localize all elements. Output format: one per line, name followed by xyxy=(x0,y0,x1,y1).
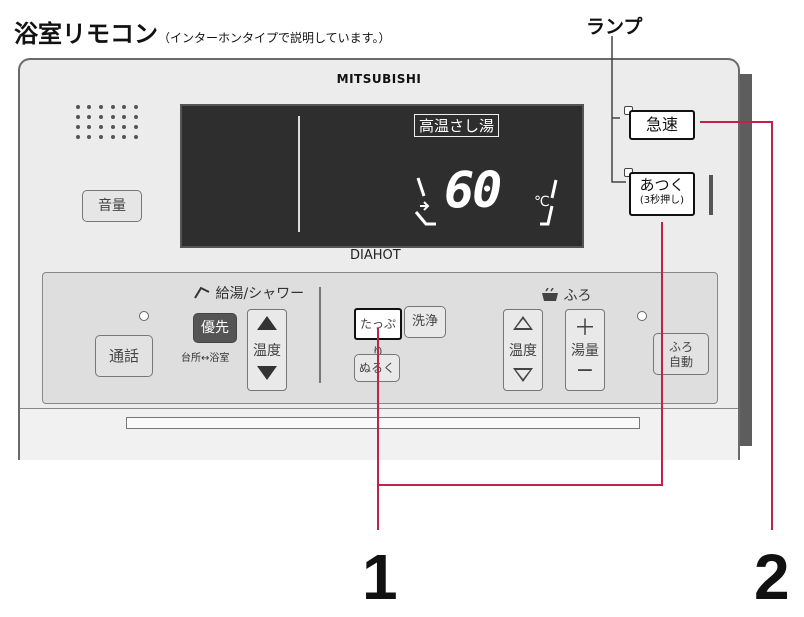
callout-1-line xyxy=(377,222,663,530)
callout-number-1: 1 xyxy=(362,541,398,613)
callout-lines xyxy=(377,36,773,530)
callout-number-2: 2 xyxy=(754,541,790,613)
lamp-leader-line xyxy=(611,36,626,183)
callout-2-line xyxy=(700,121,773,530)
